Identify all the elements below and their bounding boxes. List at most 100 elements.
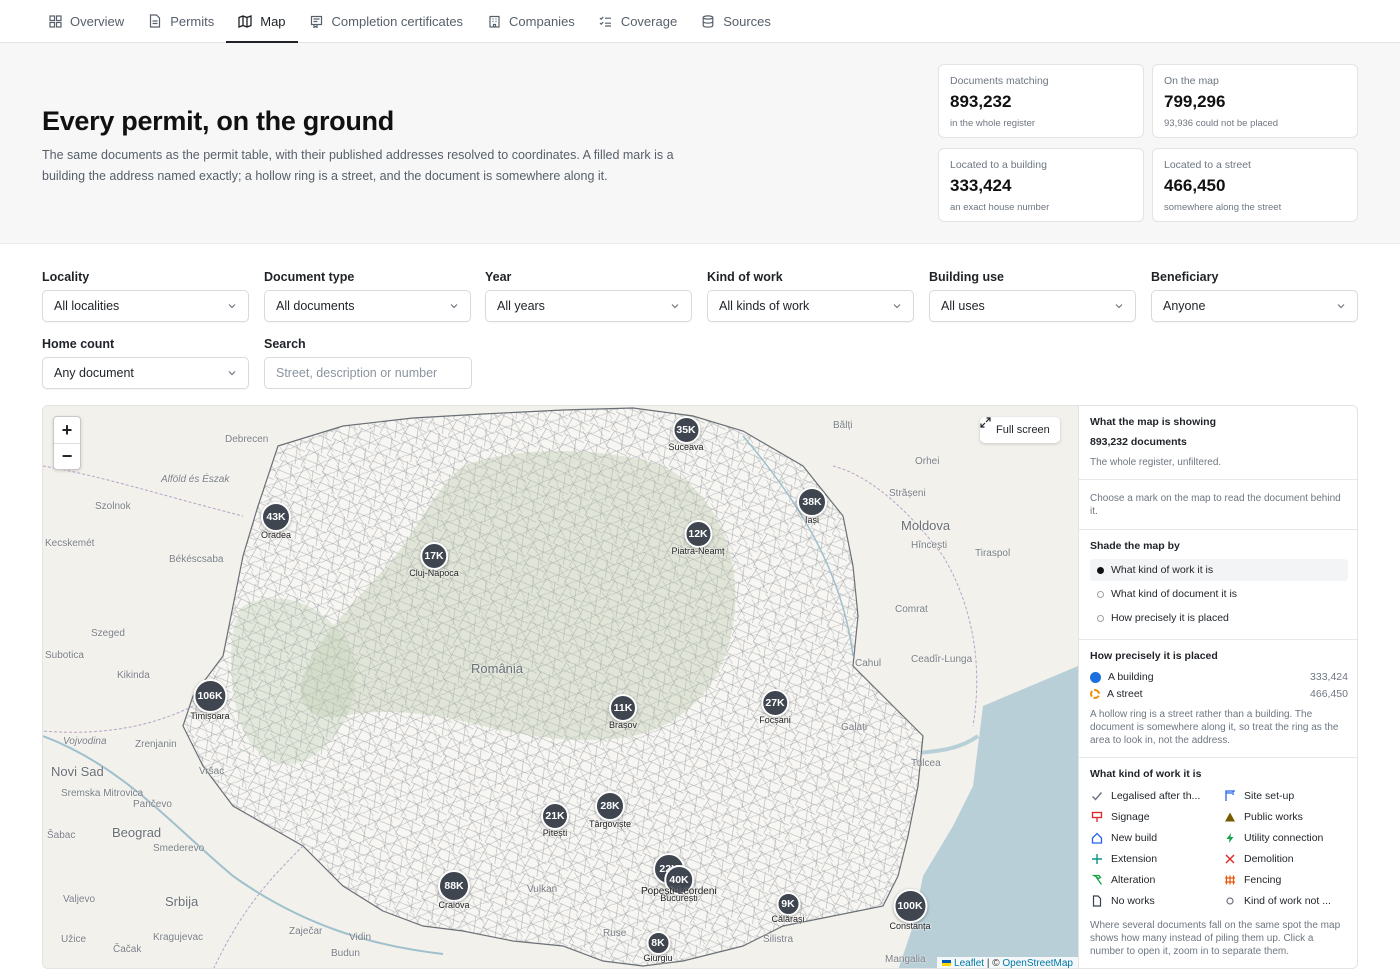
- filter-label: Kind of work: [707, 270, 783, 284]
- precision-row-street: A street 466,450: [1090, 688, 1348, 700]
- shade-option-precision[interactable]: How precisely it is placed: [1090, 607, 1348, 629]
- panel-title: What kind of work it is: [1090, 768, 1202, 780]
- cluster-marker-cluj-napoca[interactable]: 17K Cluj-Napoca: [409, 542, 459, 578]
- tab-completion-certificates[interactable]: Completion certificates: [298, 0, 476, 42]
- cluster-count: 35K: [672, 416, 700, 444]
- page-title: Every permit, on the ground: [42, 106, 394, 136]
- cluster-marker-iasi[interactable]: 38K Iași: [797, 487, 827, 525]
- home-count-select[interactable]: Any document: [42, 357, 249, 389]
- tab-permits[interactable]: Permits: [136, 0, 226, 42]
- stat-documents-matching: Documents matching 893,232 in the whole …: [938, 64, 1144, 138]
- cluster-marker-brasov[interactable]: 11K Brașov: [608, 694, 638, 730]
- legend-item: Demolition: [1223, 852, 1348, 865]
- tab-map-label: Map: [260, 13, 286, 29]
- cluster-marker-pitesti[interactable]: 21K Pitești: [541, 802, 569, 838]
- cluster-marker-bucuresti[interactable]: 40K București: [660, 865, 698, 903]
- map-place-label: Cahul: [855, 658, 882, 669]
- legend-item: Site set-up: [1223, 789, 1348, 802]
- cluster-city: Brașov: [608, 720, 638, 730]
- checklist-icon: [599, 14, 613, 28]
- map-place-label: Pančevo: [133, 799, 172, 810]
- map-place-label: Békéscsaba: [169, 554, 224, 565]
- certificate-icon: [310, 14, 324, 28]
- cluster-marker-timisoara[interactable]: 106K Timișoara: [190, 679, 230, 721]
- beneficiary-select[interactable]: Anyone: [1151, 290, 1358, 322]
- cluster-city: Focșani: [759, 715, 791, 725]
- kind-of-work-select[interactable]: All kinds of work: [707, 290, 914, 322]
- tab-sources[interactable]: Sources: [689, 0, 783, 42]
- select-value: All years: [497, 299, 545, 313]
- cluster-marker-targoviste[interactable]: 28K Târgoviște: [589, 791, 631, 829]
- fullscreen-button[interactable]: Full screen: [980, 417, 1060, 443]
- stat-located-street: Located to a street 466,450 somewhere al…: [1152, 148, 1358, 222]
- cluster-marker-craiova[interactable]: 88K Craiova: [438, 870, 470, 910]
- panel-title: Shade the map by: [1090, 540, 1180, 552]
- cluster-marker-calarasi[interactable]: 9K Călărași: [771, 892, 805, 924]
- check-icon: [1090, 789, 1103, 802]
- document-type-select[interactable]: All documents: [264, 290, 471, 322]
- cluster-marker-oradea[interactable]: 43K Oradea: [261, 502, 291, 540]
- tab-overview-label: Overview: [70, 13, 125, 29]
- stat-located-building: Located to a building 333,424 an exact h…: [938, 148, 1144, 222]
- cluster-city: Pitești: [542, 828, 568, 838]
- zoom-in-button[interactable]: +: [54, 417, 80, 443]
- shade-option-kind-of-work[interactable]: What kind of work it is: [1090, 559, 1348, 581]
- building-use-select[interactable]: All uses: [929, 290, 1136, 322]
- cluster-city: Piatra-Neamț: [671, 546, 725, 556]
- panel-work-legend: What kind of work it is Legalised after …: [1079, 758, 1357, 968]
- map-place-label: Silistra: [763, 934, 794, 945]
- crane-icon: [1223, 789, 1236, 802]
- tab-overview[interactable]: Overview: [48, 0, 136, 42]
- tab-companies[interactable]: Companies: [475, 0, 587, 42]
- map-side-panel: What the map is showing 893,232 document…: [1078, 406, 1357, 968]
- cluster-marker-suceava[interactable]: 35K Suceava: [668, 416, 704, 452]
- cluster-count: 28K: [595, 791, 625, 821]
- tab-map[interactable]: Map: [226, 0, 298, 43]
- precision-note: A hollow ring is a street rather than a …: [1090, 709, 1339, 746]
- filter-label: Search: [264, 337, 306, 351]
- locality-select[interactable]: All localities: [42, 290, 249, 322]
- select-value: All uses: [941, 299, 985, 313]
- legend-item: No works: [1090, 894, 1215, 907]
- tab-coverage-label: Coverage: [620, 13, 678, 29]
- cluster-marker-constanta[interactable]: 100K Constanța: [889, 889, 931, 931]
- legend-label: No works: [1111, 894, 1155, 907]
- hero-section: Every permit, on the ground The same doc…: [0, 43, 1400, 244]
- map-place-label: Valjevo: [63, 894, 96, 905]
- cluster-marker-giurgiu[interactable]: 8K Giurgiu: [643, 931, 673, 963]
- select-value: All documents: [276, 299, 355, 313]
- cluster-count: 100K: [893, 889, 927, 923]
- cluster-marker-piatra-neamt[interactable]: 12K Piatra-Neamț: [671, 520, 725, 556]
- openstreetmap-link[interactable]: OpenStreetMap: [1002, 958, 1073, 968]
- filter-label: Beneficiary: [1151, 270, 1219, 284]
- filter-label: Home count: [42, 337, 115, 351]
- database-icon: [701, 14, 715, 28]
- map-place-label: Sremska Mitrovica: [61, 788, 144, 799]
- building-icon: [487, 14, 501, 28]
- cluster-city: Târgoviște: [588, 819, 632, 829]
- map-place-label: Bălți: [833, 420, 853, 431]
- shade-option-kind-of-document[interactable]: What kind of document it is: [1090, 583, 1348, 605]
- filled-dot-icon: [1090, 671, 1101, 683]
- year-select[interactable]: All years: [485, 290, 692, 322]
- leaflet-link[interactable]: Leaflet: [954, 958, 984, 968]
- select-value: Anyone: [1163, 299, 1206, 313]
- cluster-count: 9K: [775, 892, 800, 916]
- tab-completion-certificates-label: Completion certificates: [331, 13, 464, 29]
- panel-showing: What the map is showing 893,232 document…: [1079, 406, 1357, 480]
- page-icon: [1090, 894, 1103, 907]
- tab-coverage[interactable]: Coverage: [587, 0, 689, 42]
- radio-label: What kind of document it is: [1111, 588, 1238, 600]
- search-input[interactable]: [264, 357, 472, 389]
- map-canvas[interactable]: + − Full screen Debrecen Szolnok Alföld …: [43, 406, 1078, 968]
- stat-label: On the map: [1164, 75, 1219, 87]
- map-place-label: Tulcea: [911, 758, 941, 769]
- cluster-count: 17K: [420, 542, 448, 570]
- panel-filter-note: The whole register, unfiltered.: [1090, 457, 1222, 468]
- filter-year: Year All years: [485, 270, 692, 322]
- legend-label: Demolition: [1244, 852, 1294, 865]
- stat-label: Located to a building: [950, 159, 1047, 171]
- cluster-marker-focsani[interactable]: 27K Focșani: [759, 689, 791, 725]
- zoom-out-button[interactable]: −: [54, 443, 80, 469]
- hollow-ring-icon: [1090, 689, 1100, 699]
